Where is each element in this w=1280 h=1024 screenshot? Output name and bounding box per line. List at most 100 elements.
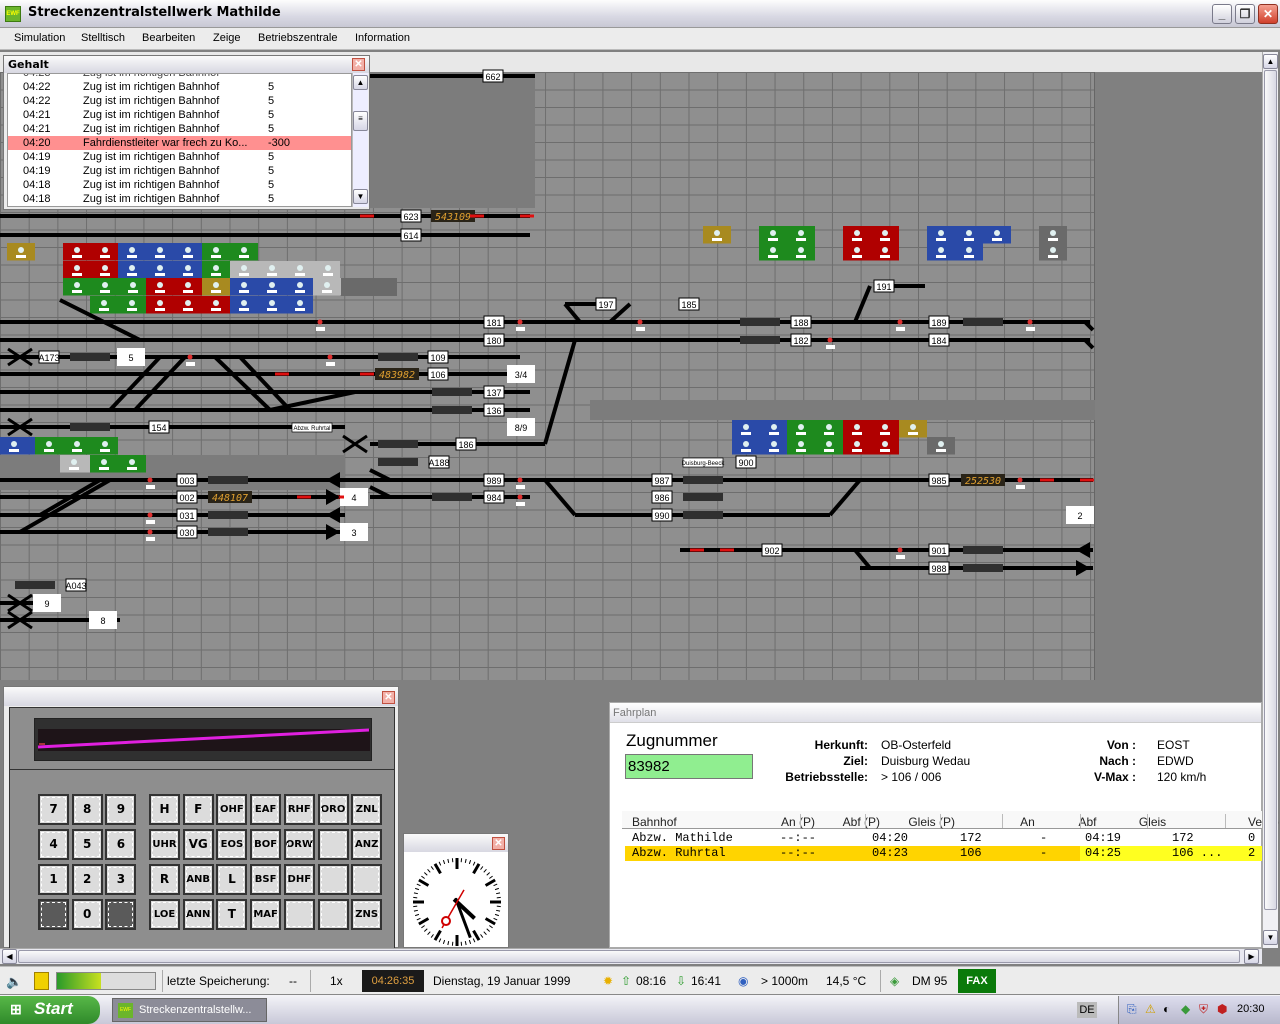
keypad-key-5[interactable]: 5	[71, 829, 103, 860]
signal-panel-block[interactable]	[202, 243, 258, 261]
signal-panel-block[interactable]	[843, 226, 899, 244]
keypad-key-7[interactable]: 7	[38, 794, 69, 825]
track-number-label[interactable]: 030	[176, 525, 198, 539]
track-segment[interactable]	[828, 478, 862, 517]
signal-icon[interactable]	[517, 477, 523, 483]
signal-panel-block[interactable]	[843, 243, 899, 261]
menu-bearbeiten[interactable]: Bearbeiten	[142, 32, 195, 44]
signal-icon[interactable]	[147, 477, 153, 483]
track-number-label[interactable]: 186	[455, 437, 477, 451]
scroll-thumb[interactable]: ≡	[353, 111, 368, 131]
keypad-key-3[interactable]: 3	[105, 864, 137, 895]
command-key-blank[interactable]	[317, 864, 349, 895]
command-key-h[interactable]: H	[149, 794, 180, 825]
signal-icon[interactable]	[327, 354, 333, 360]
zugnummer-field[interactable]: 83982	[625, 754, 753, 779]
signal-icon[interactable]	[637, 319, 643, 325]
signal-icon[interactable]	[897, 319, 903, 325]
command-key-anb[interactable]: ANB	[182, 864, 214, 895]
tray-icon[interactable]: ◐	[1163, 1002, 1170, 1016]
track-segment[interactable]	[543, 339, 577, 445]
track-number-label[interactable]: 985	[928, 473, 950, 487]
command-key-t[interactable]: T	[216, 899, 248, 930]
track-number-label[interactable]: 154	[148, 420, 170, 434]
track-number-label[interactable]: 106	[427, 367, 449, 381]
track-number-label[interactable]: 987	[651, 473, 673, 487]
track-number-label[interactable]: A043	[65, 578, 87, 592]
keypad-key-1[interactable]: 1	[38, 864, 69, 895]
track-number-label[interactable]: 662	[482, 69, 504, 83]
command-key-ann[interactable]: ANN	[182, 899, 214, 930]
menu-stelltisch[interactable]: Stelltisch	[81, 32, 125, 44]
command-key-blank[interactable]	[283, 899, 315, 930]
nvidia-icon[interactable]: ◆	[1181, 1002, 1190, 1016]
track-segment[interactable]	[563, 302, 582, 324]
track-number-label[interactable]: 189	[928, 315, 950, 329]
command-key-bof[interactable]: BOF	[250, 829, 282, 860]
signal-icon[interactable]	[517, 319, 523, 325]
taskbar-app-button[interactable]: EWF Streckenzentralstellw...	[112, 998, 267, 1022]
track-number-label[interactable]: 623	[400, 209, 422, 223]
fax-button[interactable]: FAX	[958, 969, 996, 993]
horizontal-scrollbar[interactable]: ◀ ▶	[0, 948, 1262, 964]
command-key-orw[interactable]: ORW	[283, 829, 315, 860]
column-header[interactable]: Gleis (P)	[900, 815, 955, 829]
clock-close-button[interactable]: ✕	[492, 837, 505, 850]
gehalt-row[interactable]: 04:21 Zug ist im richtigen Bahnhof 5	[8, 108, 351, 122]
column-header[interactable]: An	[1000, 815, 1055, 829]
signal-panel-block[interactable]	[787, 437, 843, 455]
track-number-label[interactable]: 137	[483, 385, 505, 399]
track-number-label[interactable]: 109	[427, 350, 449, 364]
keypad-key-2[interactable]: 2	[71, 864, 103, 895]
scroll-left-icon[interactable]: ◀	[2, 949, 17, 964]
command-key-l[interactable]: L	[216, 864, 248, 895]
track-number-label[interactable]: 986	[651, 490, 673, 504]
track-number-label[interactable]: 188	[790, 315, 812, 329]
speaker-icon[interactable]: 🔈	[6, 974, 22, 990]
track-number-label[interactable]: 984	[483, 490, 505, 504]
signal-panel-block[interactable]	[759, 226, 815, 244]
gehalt-row[interactable]: 04:19 Zug ist im richtigen Bahnhof 5	[8, 150, 351, 164]
train-number-display[interactable]: 543109	[431, 210, 475, 223]
track-number-label[interactable]: 988	[928, 561, 950, 575]
menu-zeige[interactable]: Zeige	[213, 32, 241, 44]
command-key-loe[interactable]: LOE	[149, 899, 180, 930]
menu-information[interactable]: Information	[355, 32, 410, 44]
track-segment[interactable]	[1083, 320, 1095, 332]
track-number-label[interactable]: 136	[483, 403, 505, 417]
gehalt-row[interactable]: 04:21 Zug ist im richtigen Bahnhof 5	[8, 122, 351, 136]
scroll-right-icon[interactable]: ▶	[1244, 949, 1259, 964]
command-key-ohf[interactable]: OHF	[216, 794, 248, 825]
vertical-scrollbar[interactable]: ▲ ▼	[1262, 52, 1278, 948]
gehalt-row[interactable]: 04:22 Zug ist im richtigen Bahnhof 5	[8, 80, 351, 94]
signal-panel-block[interactable]	[759, 243, 815, 261]
track-segment[interactable]	[853, 285, 872, 323]
track-number-label[interactable]: 990	[651, 508, 673, 522]
signal-icon[interactable]	[317, 319, 323, 325]
keypad-close-button[interactable]: ✕	[382, 691, 395, 704]
gehalt-scrollbar[interactable]: ▲ ≡ ▼	[352, 73, 368, 207]
track-number-label[interactable]: 182	[790, 333, 812, 347]
signal-panel-block[interactable]	[843, 437, 899, 455]
command-key-r[interactable]: R	[149, 864, 180, 895]
command-key-rhf[interactable]: RHF	[283, 794, 315, 825]
keypad-key-6[interactable]: 6	[105, 829, 137, 860]
command-key-blank[interactable]	[317, 899, 349, 930]
scroll-up-icon[interactable]: ▲	[353, 75, 368, 90]
scroll-down-icon[interactable]: ▼	[1263, 930, 1278, 945]
menu-simulation[interactable]: Simulation	[14, 32, 65, 44]
command-key-maf[interactable]: MAF	[250, 899, 282, 930]
signal-panel-block[interactable]	[90, 455, 146, 473]
track-number-label[interactable]: A173	[38, 350, 60, 364]
language-indicator[interactable]: DE	[1077, 1002, 1097, 1018]
track-number-label[interactable]: A188	[428, 455, 450, 469]
column-header[interactable]: Gleis	[1125, 815, 1180, 829]
signal-icon[interactable]	[827, 337, 833, 343]
track-number-label[interactable]: 002	[176, 490, 198, 504]
signal-panel-block[interactable]	[146, 278, 202, 296]
track-number-label[interactable]: 989	[483, 473, 505, 487]
keypad-key-8[interactable]: 8	[71, 794, 103, 825]
gehalt-close-button[interactable]: ✕	[352, 58, 365, 71]
signal-icon[interactable]	[147, 529, 153, 535]
scroll-up-icon[interactable]: ▲	[1263, 54, 1278, 69]
